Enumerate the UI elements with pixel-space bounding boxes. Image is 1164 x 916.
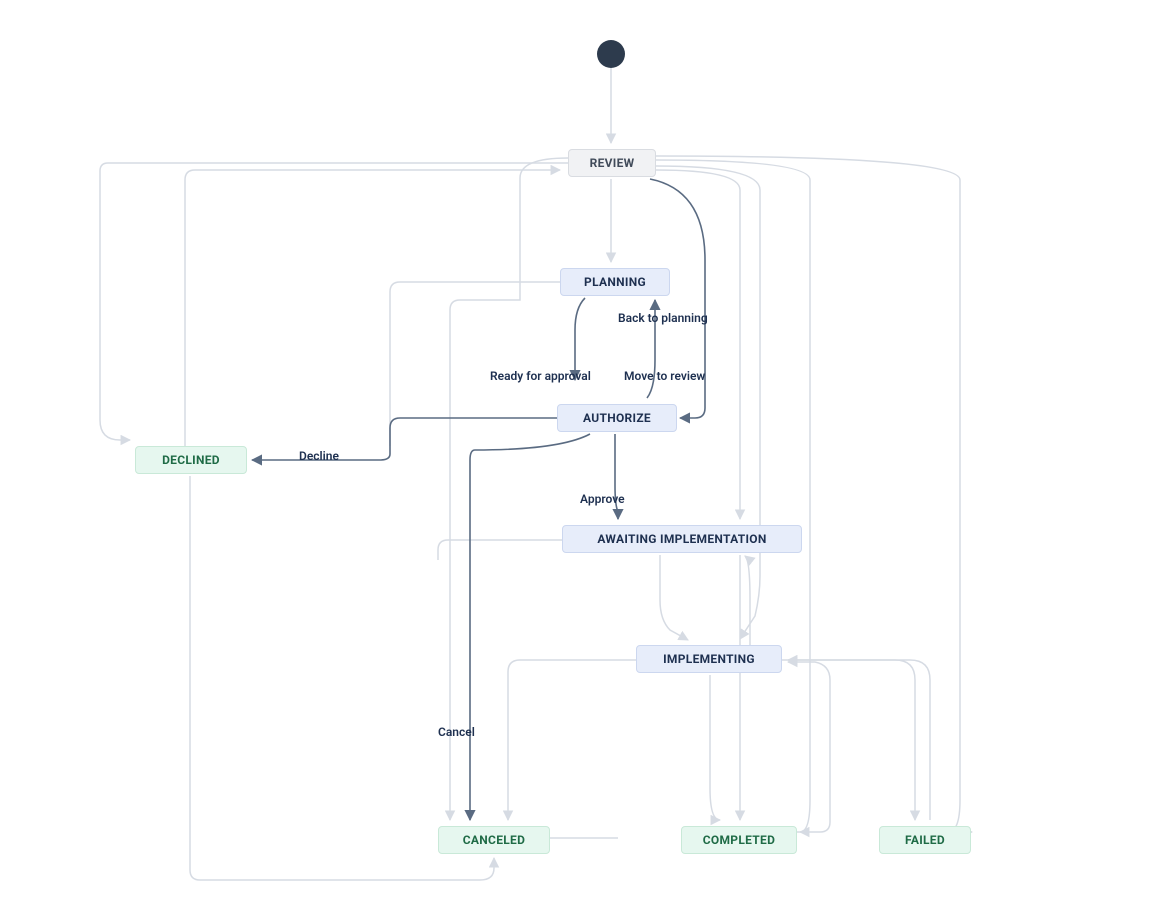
workflow-diagram: { "diagram_type": "state_transition", "s…	[0, 0, 1164, 916]
label-decline: Decline	[299, 449, 339, 463]
label-move-to-review: Move to review	[624, 369, 705, 383]
edge-decline	[252, 418, 557, 460]
state-label: FAILED	[905, 833, 945, 847]
state-review: REVIEW	[568, 149, 656, 177]
state-authorize: AUTHORIZE	[557, 404, 677, 432]
state-label: IMPLEMENTING	[663, 652, 755, 666]
state-awaiting: AWAITING IMPLEMENTATION	[562, 525, 802, 553]
state-label: CANCELED	[463, 833, 525, 847]
state-label: COMPLETED	[703, 833, 775, 847]
state-label: PLANNING	[584, 275, 646, 289]
edge-cancel	[470, 434, 590, 820]
state-implementing: IMPLEMENTING	[636, 645, 782, 673]
state-failed: FAILED	[879, 826, 971, 854]
state-label: AWAITING IMPLEMENTATION	[597, 532, 766, 546]
state-planning: PLANNING	[560, 268, 670, 296]
edge-approve	[615, 434, 618, 519]
state-label: AUTHORIZE	[583, 411, 651, 425]
edge-ready-for-approval	[575, 298, 585, 380]
start-node	[597, 40, 625, 68]
label-back-to-planning: Back to planning	[618, 311, 708, 325]
label-cancel: Cancel	[438, 725, 475, 739]
state-completed: COMPLETED	[681, 826, 797, 854]
state-label: DECLINED	[162, 453, 220, 467]
label-ready-for-approval: Ready for approval	[490, 369, 591, 383]
state-declined: DECLINED	[135, 446, 247, 474]
label-approve: Approve	[580, 492, 625, 506]
state-label: REVIEW	[590, 156, 635, 170]
state-canceled: CANCELED	[438, 826, 550, 854]
